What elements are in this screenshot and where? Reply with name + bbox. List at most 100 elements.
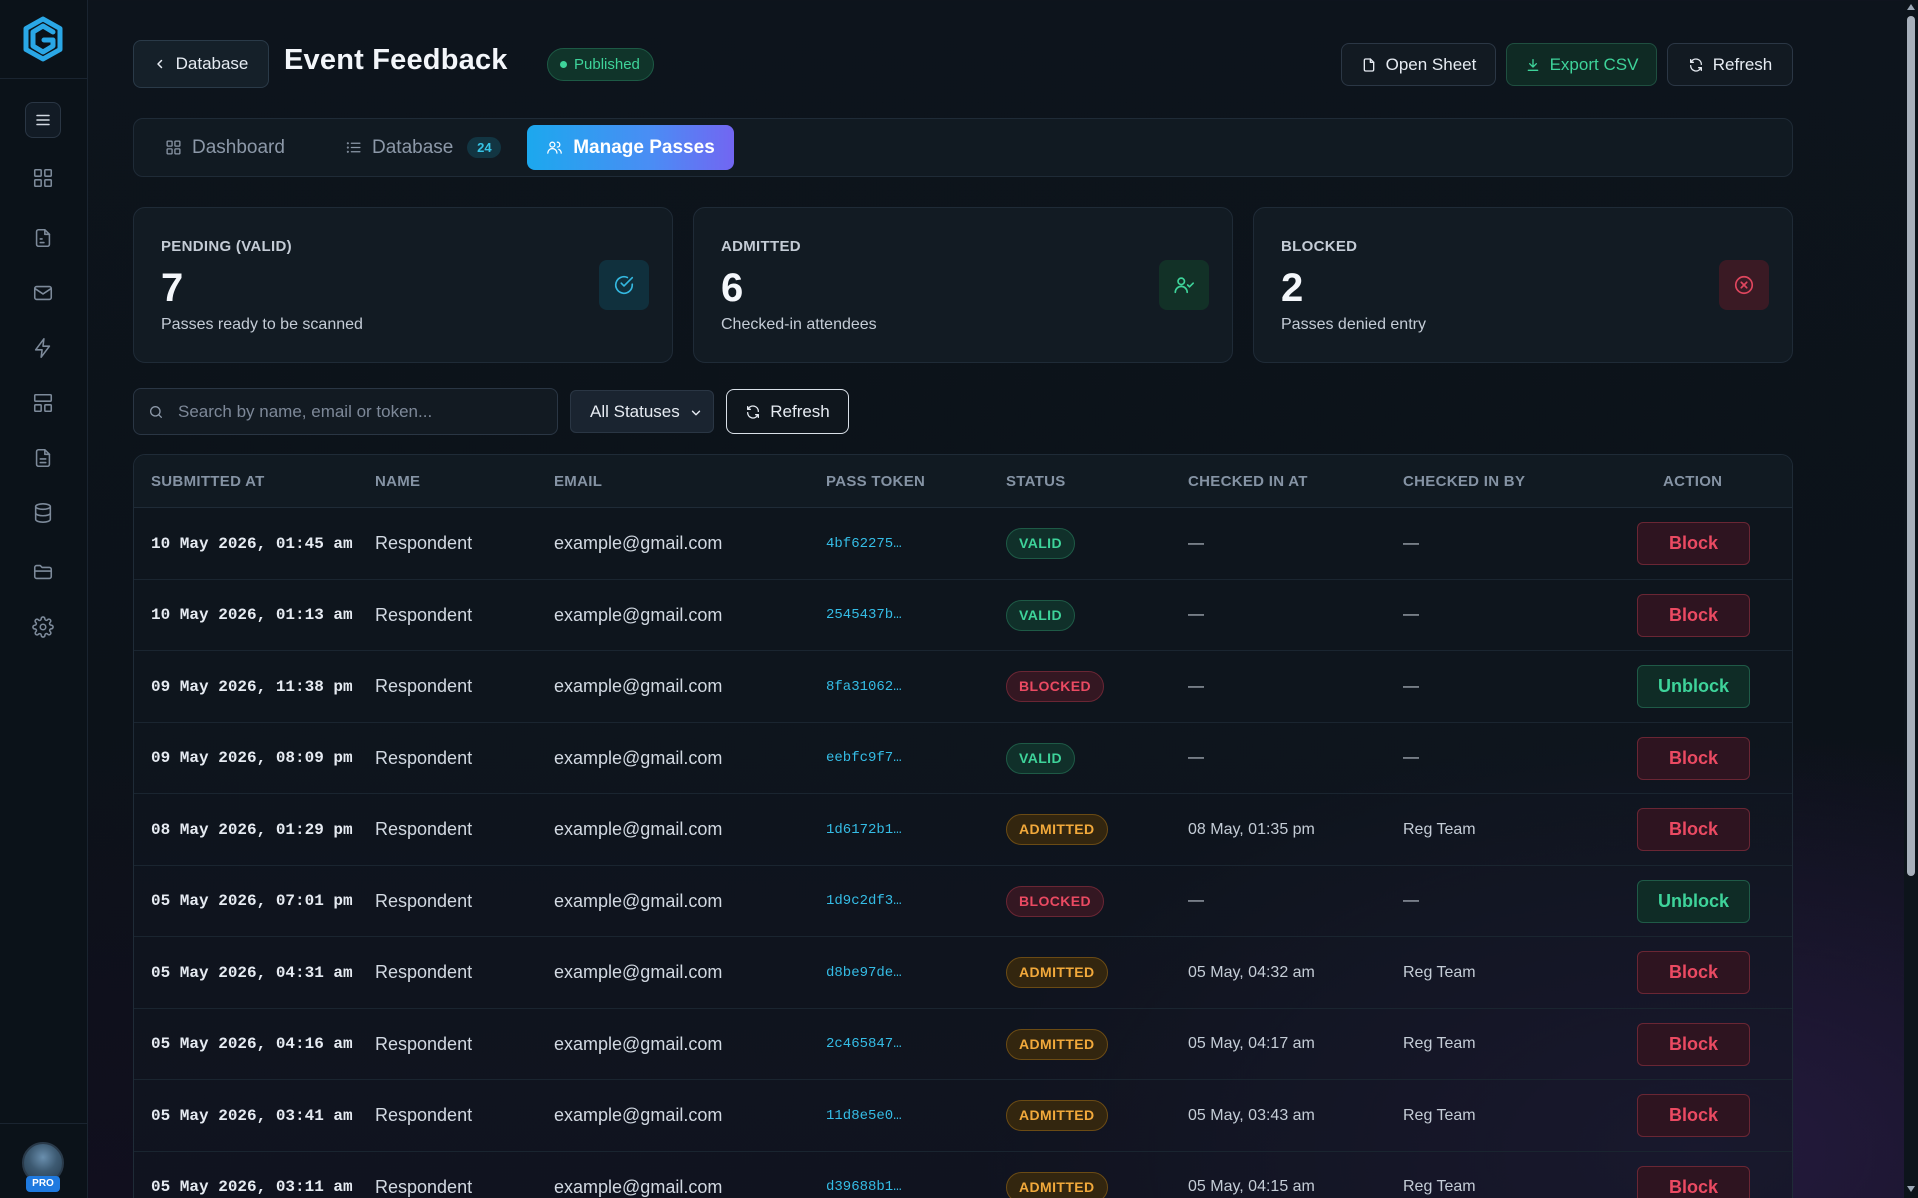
action-cell: Block [1637, 1080, 1750, 1151]
header-refresh-label: Refresh [1712, 54, 1773, 74]
export-csv-button[interactable]: Export CSV [1506, 43, 1657, 86]
column-header[interactable]: SUBMITTED AT [151, 473, 265, 490]
name-cell: Respondent [375, 1176, 473, 1197]
checked-in-by-cell: Reg Team [1403, 1035, 1476, 1052]
email-cell: example@gmail.com [554, 533, 723, 553]
pass-token-cell[interactable]: 1d9c2df3… [826, 866, 902, 937]
block-button[interactable]: Block [1637, 1094, 1750, 1137]
status-badge: ADMITTED [1006, 1028, 1108, 1060]
page-scrollbar[interactable] [1904, 0, 1918, 1198]
tab-dashboard[interactable]: Dashboard [165, 125, 285, 170]
pass-token-cell[interactable]: eebfc9f7… [826, 723, 902, 794]
settings-icon[interactable] [31, 615, 55, 639]
pass-token-cell[interactable]: 2545437b… [826, 580, 902, 651]
database-icon[interactable] [31, 501, 55, 525]
open-sheet-label: Open Sheet [1385, 54, 1477, 74]
checked-in-at-cell: 08 May, 01:35 pm [1188, 820, 1315, 838]
pass-token-cell[interactable]: 1d6172b1… [826, 794, 902, 865]
table-row: 05 May 2026, 04:16 am Respondent example@g… [134, 1009, 1792, 1080]
column-header[interactable]: NAME [375, 473, 420, 490]
name-cell: Respondent [375, 747, 473, 768]
tab-manage-passes[interactable]: Manage Passes [527, 125, 734, 170]
folder-icon[interactable] [31, 560, 55, 584]
document-icon[interactable] [31, 446, 55, 470]
table-row: 10 May 2026, 01:13 am Respondent example@g… [134, 580, 1792, 651]
unblock-button[interactable]: Unblock [1637, 665, 1750, 708]
email-cell: example@gmail.com [554, 1033, 723, 1054]
checked-in-at-cell: 05 May, 04:17 am [1188, 1035, 1315, 1052]
status-badge: BLOCKED [1006, 885, 1105, 917]
sidebar-divider [0, 78, 88, 79]
status-badge: ADMITTED [1006, 957, 1108, 988]
tab-bar: Dashboard Database 24 Manage Passes [133, 118, 1793, 177]
pass-token-cell[interactable]: 11d8e5e0… [826, 1080, 902, 1151]
search-icon [150, 405, 162, 418]
lightning-icon[interactable] [31, 336, 55, 360]
stat-description: Checked-in attendees [721, 316, 877, 333]
name-cell: Respondent [375, 819, 473, 839]
user-check-icon [1159, 260, 1209, 310]
status-filter-select[interactable]: All Statuses [570, 390, 714, 433]
checked-in-at-cell: 05 May, 04:15 am [1188, 1178, 1315, 1195]
checked-in-by-cell: Reg Team [1403, 1178, 1476, 1195]
submitted-at-cell: 09 May 2026, 08:09 pm [151, 749, 353, 767]
sidebar-divider [0, 1123, 88, 1124]
block-button[interactable]: Block [1637, 951, 1750, 994]
stat-label: ADMITTED [721, 238, 801, 255]
passes-table: SUBMITTED AT NAME EMAIL PASS TOKEN STATU… [133, 454, 1793, 1198]
checked-in-at-cell: — [1188, 534, 1204, 552]
pass-token-cell[interactable]: d8be97de… [826, 937, 902, 1008]
table-row: 10 May 2026, 01:45 am Respondent example@g… [134, 508, 1792, 580]
scroll-down-arrow-icon[interactable] [1907, 1186, 1915, 1192]
status-cell: ADMITTED [1006, 937, 1108, 1008]
dashboard-icon[interactable] [31, 166, 55, 190]
name-cell: Respondent [375, 890, 473, 911]
action-cell: Block [1637, 1152, 1750, 1198]
pass-token-cell[interactable]: 4bf62275… [826, 508, 902, 579]
back-to-database-button[interactable]: Database [133, 40, 269, 88]
status-filter-value: All Statuses [590, 401, 680, 421]
submitted-at-cell: 10 May 2026, 01:45 am [151, 534, 353, 553]
submitted-at-cell: 08 May 2026, 01:29 pm [151, 820, 353, 839]
mail-icon[interactable] [31, 281, 55, 305]
name-cell: Respondent [375, 604, 473, 625]
stat-description: Passes ready to be scanned [161, 316, 363, 333]
forms-icon[interactable] [31, 226, 55, 250]
pass-token-cell[interactable]: 2c465847… [826, 1009, 902, 1080]
block-button[interactable]: Block [1637, 522, 1750, 565]
unblock-button[interactable]: Unblock [1637, 879, 1750, 923]
column-header[interactable]: STATUS [1006, 473, 1066, 490]
scrollbar-thumb[interactable] [1907, 16, 1915, 876]
column-header[interactable]: CHECKED IN AT [1188, 473, 1308, 490]
scroll-up-arrow-icon[interactable] [1907, 4, 1915, 10]
column-header[interactable]: EMAIL [554, 473, 602, 490]
action-cell: Block [1637, 580, 1750, 651]
action-cell: Block [1637, 723, 1750, 794]
status-badge: VALID [1006, 599, 1075, 631]
pass-token-cell[interactable]: d39688b1… [826, 1152, 902, 1198]
block-button[interactable]: Block [1637, 808, 1750, 851]
app-logo[interactable] [20, 16, 66, 62]
status-cell: VALID [1006, 723, 1075, 794]
block-button[interactable]: Block [1637, 1022, 1750, 1066]
action-cell: Unblock [1637, 866, 1750, 937]
pass-token-cell[interactable]: 8fa31062… [826, 651, 902, 722]
table-refresh-button[interactable]: Refresh [726, 389, 849, 434]
search-input[interactable] [178, 401, 538, 422]
block-button[interactable]: Block [1637, 593, 1750, 637]
tab-database[interactable]: Database 24 [345, 125, 502, 170]
column-header[interactable]: CHECKED IN BY [1403, 473, 1525, 490]
tab-manage-passes-label: Manage Passes [573, 136, 715, 158]
layout-icon[interactable] [31, 391, 55, 415]
open-sheet-button[interactable]: Open Sheet [1341, 43, 1496, 86]
refresh-icon [747, 404, 760, 419]
menu-toggle-button[interactable] [25, 102, 61, 138]
name-cell: Respondent [375, 676, 473, 696]
search-box[interactable] [133, 388, 558, 435]
block-button[interactable]: Block [1637, 1165, 1750, 1198]
column-header[interactable]: PASS TOKEN [826, 473, 925, 490]
status-cell: ADMITTED [1006, 1080, 1108, 1151]
block-button[interactable]: Block [1637, 736, 1750, 780]
table-row: 05 May 2026, 07:01 pm Respondent example@g… [134, 866, 1792, 937]
header-refresh-button[interactable]: Refresh [1667, 43, 1793, 86]
